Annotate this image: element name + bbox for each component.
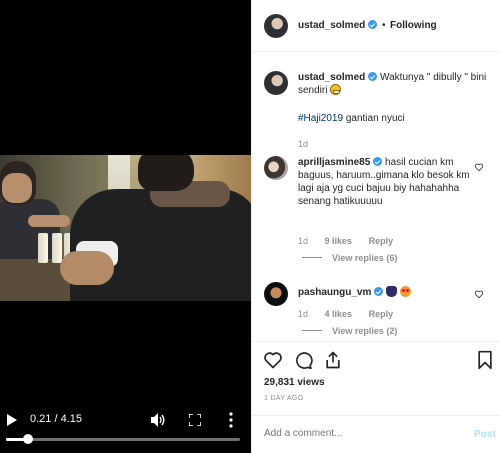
- post-date: 1 DAY AGO: [264, 395, 304, 402]
- heart-eyes-emoji-icon: [399, 286, 411, 297]
- caption-time: 1d: [298, 139, 309, 149]
- comment-likes[interactable]: 9 likes: [325, 236, 353, 246]
- video-time: 0.21 / 4.15: [30, 413, 82, 425]
- avatar[interactable]: [264, 282, 288, 306]
- reply-button[interactable]: Reply: [369, 309, 394, 319]
- comment-meta: 1d 4 likes Reply: [298, 309, 393, 319]
- comment-likes[interactable]: 4 likes: [325, 309, 353, 319]
- header-username[interactable]: ustad_solmed: [298, 20, 378, 31]
- like-heart-icon[interactable]: [263, 350, 283, 370]
- caption-username[interactable]: ustad_solmed: [298, 72, 365, 83]
- scene-person-right-arm: [60, 251, 114, 285]
- comment-text: aprilljasmine85 hasil cucian km baguus, …: [298, 156, 473, 208]
- video-player[interactable]: 0.21 / 4.15: [0, 0, 251, 453]
- view-count[interactable]: 29,831 views: [264, 377, 325, 388]
- scene-person-left-face: [2, 173, 32, 203]
- post-side-panel: ustad_solmed • Following ustad_solmed Wa…: [251, 0, 500, 453]
- reply-button[interactable]: Reply: [369, 236, 394, 246]
- avatar[interactable]: [264, 156, 288, 180]
- scene-person-left-body: [0, 199, 60, 259]
- post-header: ustad_solmed • Following: [252, 0, 500, 52]
- video-progress-bar[interactable]: [6, 434, 240, 444]
- like-comment-heart-icon[interactable]: [474, 289, 484, 299]
- grin-emoji-icon: [330, 84, 342, 95]
- verified-badge-icon: [368, 72, 378, 81]
- comment-time: 1d: [298, 309, 309, 319]
- comment-username[interactable]: pashaungu_vm: [298, 287, 371, 298]
- view-replies-line: [302, 257, 322, 258]
- hashtag-link[interactable]: #Haji2019: [298, 113, 343, 124]
- comment-input[interactable]: [264, 428, 444, 439]
- verified-badge-icon: [373, 157, 383, 166]
- comment-meta: 1d 9 likes Reply: [298, 236, 393, 246]
- add-comment-bar: Post: [252, 415, 500, 453]
- scene-person-left-arm: [28, 215, 70, 227]
- verified-badge-icon: [368, 20, 378, 29]
- caption-hashtag-line: #Haji2019 gantian nyuci: [298, 112, 488, 125]
- following-button[interactable]: Following: [390, 20, 437, 31]
- avatar[interactable]: [264, 71, 288, 95]
- play-icon[interactable]: [7, 414, 17, 426]
- video-controls: 0.21 / 4.15: [0, 405, 251, 453]
- view-replies-line: [302, 330, 322, 331]
- scene-bottle: [52, 233, 62, 263]
- post-comment-button[interactable]: Post: [474, 429, 496, 440]
- caption-text: ustad_solmed Waktunya " dibully " bini s…: [298, 71, 488, 97]
- view-replies-button[interactable]: View replies (6): [302, 253, 397, 263]
- post-actions: 29,831 views 1 DAY AGO: [252, 341, 500, 409]
- avatar[interactable]: [264, 14, 288, 38]
- video-progress-handle[interactable]: [22, 434, 33, 444]
- scene-person-right-head: [138, 155, 194, 191]
- bookmark-icon[interactable]: [475, 350, 495, 370]
- scene-bottle: [38, 233, 48, 263]
- share-icon[interactable]: [323, 350, 343, 370]
- separator-dot: •: [382, 20, 386, 31]
- comment-text: pashaungu_vm: [298, 286, 473, 299]
- volume-icon[interactable]: [151, 413, 166, 427]
- view-replies-label: View replies (2): [332, 326, 398, 336]
- view-replies-label: View replies (6): [332, 253, 398, 263]
- view-replies-button[interactable]: View replies (2): [302, 326, 397, 336]
- comment-time: 1d: [298, 236, 309, 246]
- video-frame[interactable]: [0, 155, 251, 301]
- fullscreen-icon[interactable]: [189, 414, 201, 426]
- comment-bubble-icon[interactable]: [293, 350, 313, 370]
- like-comment-heart-icon[interactable]: [474, 162, 484, 172]
- caption-hashtag-text: gantian nyuci: [343, 113, 405, 124]
- verified-badge-icon: [374, 287, 384, 296]
- praying-hands-emoji-icon: [386, 286, 398, 297]
- comment-username[interactable]: aprilljasmine85: [298, 157, 370, 168]
- more-vertical-icon[interactable]: [228, 412, 234, 428]
